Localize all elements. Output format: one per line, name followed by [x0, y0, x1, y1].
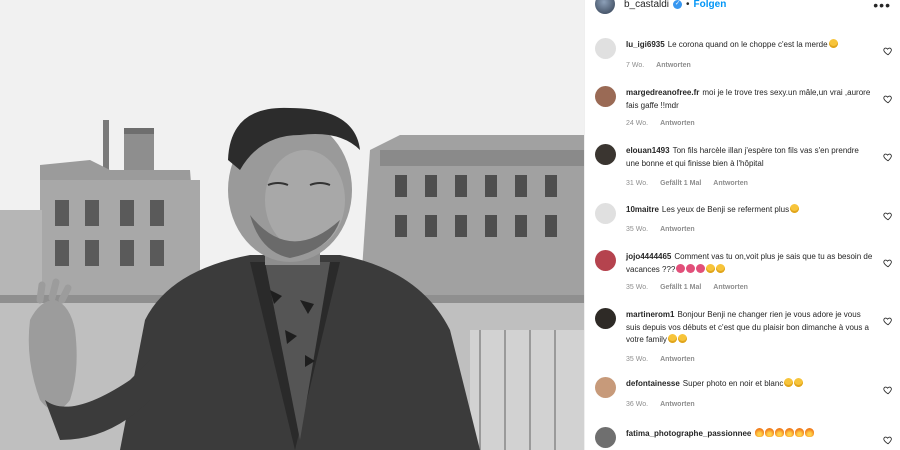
- comment-text: elouan1493 Ton fils harcèle illan j'espèr…: [626, 145, 874, 170]
- comment-text: fatima_photographe_passionnee: [626, 428, 874, 441]
- commenter-username[interactable]: elouan1493: [626, 146, 670, 155]
- commenter-username[interactable]: 10maitre: [626, 205, 659, 214]
- reply-button[interactable]: Antworten: [713, 284, 748, 291]
- comment-meta: 36 Wo. Antworten: [626, 401, 695, 408]
- rose-emoji-icon: [676, 263, 686, 273]
- comment-meta: 7 Wo. Antworten: [626, 62, 691, 69]
- fire-emoji-icon: [765, 428, 775, 437]
- fire-emoji-icon: [785, 428, 795, 437]
- rose-emoji-icon: [686, 263, 696, 273]
- verified-badge-icon: ✓: [673, 0, 683, 9]
- laugh-emoji-icon: [716, 263, 726, 273]
- commenter-username[interactable]: defontainesse: [626, 379, 680, 388]
- comments-panel: b_castaldi ✓ • Folgen ••• lu_igi6935 Le c…: [584, 0, 900, 450]
- commenter-avatar[interactable]: [595, 377, 616, 398]
- separator-dot: •: [686, 0, 690, 10]
- laugh-emoji-icon: [677, 334, 687, 343]
- fire-emoji-icon: [755, 428, 765, 437]
- comment-body: Super photo en noir et blanc: [682, 379, 784, 388]
- heart-icon[interactable]: [883, 43, 893, 56]
- reply-button[interactable]: Antworten: [660, 401, 695, 408]
- follow-button[interactable]: Folgen: [694, 0, 727, 10]
- comment-body: Le corona quand on le choppe c'est la me…: [667, 40, 828, 49]
- comment-timestamp[interactable]: 35 Wo.: [626, 284, 648, 291]
- more-dots-icon[interactable]: •••: [873, 0, 891, 13]
- commenter-avatar[interactable]: [595, 250, 616, 271]
- commenter-username[interactable]: lu_igi6935: [626, 40, 665, 49]
- comment-meta: 35 Wo. Antworten: [626, 356, 695, 363]
- comment-text: jojo4444465 Comment vas tu on,voit plus j…: [626, 251, 874, 276]
- love-emoji-icon: [794, 378, 804, 387]
- comment-text: defontainesse Super photo en noir et blan…: [626, 378, 874, 391]
- comment-timestamp[interactable]: 24 Wo.: [626, 120, 648, 127]
- photo-illustration: [0, 0, 584, 450]
- comment-meta: 24 Wo. Antworten: [626, 120, 695, 127]
- heart-icon[interactable]: [883, 313, 893, 326]
- comment-timestamp[interactable]: 35 Wo.: [626, 356, 648, 363]
- commenter-avatar[interactable]: [595, 144, 616, 165]
- laugh-emoji-icon: [790, 204, 800, 213]
- laugh-emoji-icon: [828, 39, 838, 48]
- heart-icon[interactable]: [883, 255, 893, 268]
- reply-button[interactable]: Antworten: [713, 180, 748, 187]
- post-photo: [0, 0, 584, 450]
- commenter-username[interactable]: jojo4444465: [626, 252, 671, 261]
- reply-button[interactable]: Antworten: [660, 226, 695, 233]
- comment-text: lu_igi6935 Le corona quand on le choppe c…: [626, 39, 874, 52]
- commenter-avatar[interactable]: [595, 203, 616, 224]
- commenter-avatar[interactable]: [595, 38, 616, 59]
- comment-likes-count[interactable]: Gefällt 1 Mal: [660, 284, 701, 291]
- comment-meta: 31 Wo. Gefällt 1 Mal Antworten: [626, 180, 748, 187]
- heart-icon[interactable]: [883, 91, 893, 104]
- comment-likes-count[interactable]: Gefällt 1 Mal: [660, 180, 701, 187]
- comment-text: martinerom1 Bonjour Benji ne changer rien…: [626, 309, 874, 347]
- fire-emoji-icon: [805, 428, 815, 437]
- love-emoji-icon: [784, 378, 794, 387]
- heart-icon[interactable]: [883, 149, 893, 162]
- comment-text: margedreanofree.fr moi je le trove tres s…: [626, 87, 874, 112]
- fire-emoji-icon: [775, 428, 785, 437]
- heart-icon[interactable]: [883, 208, 893, 221]
- comment-meta: 35 Wo. Antworten: [626, 226, 695, 233]
- heart-icon[interactable]: [883, 382, 893, 395]
- rose-emoji-icon: [696, 263, 706, 273]
- reply-button[interactable]: Antworten: [656, 62, 691, 69]
- fire-emoji-icon: [795, 428, 805, 437]
- reply-button[interactable]: Antworten: [660, 120, 695, 127]
- commenter-avatar[interactable]: [595, 308, 616, 329]
- post-header: b_castaldi ✓ • Folgen •••: [585, 0, 900, 15]
- heart-icon[interactable]: [883, 432, 893, 445]
- comment-timestamp[interactable]: 35 Wo.: [626, 226, 648, 233]
- comment-body: Les yeux de Benji se referment plus: [661, 205, 790, 214]
- commenter-username[interactable]: fatima_photographe_passionnee: [626, 429, 751, 438]
- commenter-username[interactable]: martinerom1: [626, 310, 674, 319]
- reply-button[interactable]: Antworten: [660, 356, 695, 363]
- author-username[interactable]: b_castaldi: [624, 0, 669, 10]
- commenter-avatar[interactable]: [595, 86, 616, 107]
- laugh-emoji-icon: [667, 334, 677, 343]
- comment-meta: 35 Wo. Gefällt 1 Mal Antworten: [626, 284, 748, 291]
- comment-timestamp[interactable]: 31 Wo.: [626, 180, 648, 187]
- author-avatar[interactable]: [595, 0, 615, 14]
- comment-text: 10maitre Les yeux de Benji se referment p…: [626, 204, 874, 217]
- comment-timestamp[interactable]: 36 Wo.: [626, 401, 648, 408]
- comment-timestamp[interactable]: 7 Wo.: [626, 62, 644, 69]
- commenter-username[interactable]: margedreanofree.fr: [626, 88, 699, 97]
- laugh-emoji-icon: [706, 263, 716, 273]
- commenter-avatar[interactable]: [595, 427, 616, 448]
